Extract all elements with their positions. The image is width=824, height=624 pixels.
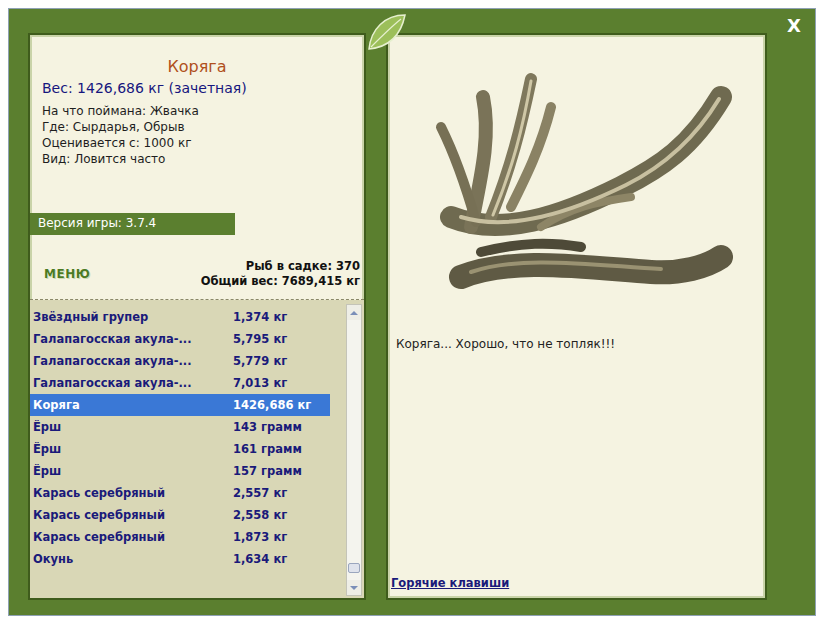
catch-detail: На что поймана: Жвачка: [42, 103, 352, 119]
summary-row: МЕНЮ Рыб в садке: 370Общий вес: 7689,415 …: [30, 235, 364, 299]
fish-weight: 1426,686 кг: [233, 398, 330, 412]
fish-row[interactable]: Коряга1426,686 кг: [30, 394, 330, 416]
fish-row[interactable]: Ёрш157 грамм: [30, 460, 330, 482]
fish-row[interactable]: Галапагосская акула-...5,779 кг: [30, 350, 330, 372]
close-button[interactable]: X: [787, 15, 801, 36]
hotkeys-link[interactable]: Горячие клавиши: [388, 576, 765, 598]
fish-row[interactable]: Карась серебряный2,557 кг: [30, 482, 330, 504]
fish-weight: 2,557 кг: [233, 486, 330, 500]
catch-title: Коряга: [42, 57, 352, 76]
catch-info-panel: Коряга Вес: 1426,686 кг (зачетная) На что …: [28, 33, 366, 600]
fish-row[interactable]: Ёрш161 грамм: [30, 438, 330, 460]
photo-area: [388, 35, 765, 317]
catch-details: Коряга Вес: 1426,686 кг (зачетная) На что …: [30, 35, 364, 213]
fish-weight: 1,873 кг: [233, 530, 330, 544]
fish-name: Галапагосская акула-...: [33, 354, 233, 368]
fish-weight: 5,779 кг: [233, 354, 330, 368]
fish-name: Галапагосская акула-...: [33, 332, 233, 346]
fish-row[interactable]: Галапагосская акула-...5,795 кг: [30, 328, 330, 350]
scroll-thumb[interactable]: [348, 563, 360, 573]
scroll-track[interactable]: [347, 320, 361, 580]
preview-panel: Коряга... Хорошо, что не топляк!!! Горячи…: [386, 33, 767, 600]
fish-list: Звёздный групер1,374 кгГалапагосская аку…: [30, 300, 364, 598]
fish-weight: 157 грамм: [233, 464, 330, 478]
catch-detail: Вид: Ловится часто: [42, 151, 352, 167]
fish-name: Галапагосская акула-...: [33, 376, 233, 390]
arrow-up-icon: [350, 311, 358, 315]
fish-rows: Звёздный групер1,374 кгГалапагосская аку…: [30, 306, 330, 594]
catch-weight: Вес: 1426,686 кг (зачетная): [42, 80, 352, 96]
catch-detail: Оценивается с: 1000 кг: [42, 135, 352, 151]
fish-name: Ёрш: [33, 442, 233, 456]
fish-name: Карась серебряный: [33, 530, 233, 544]
fish-name: Коряга: [33, 398, 233, 412]
scroll-down-button[interactable]: [347, 580, 361, 595]
fish-weight: 1,634 кг: [233, 552, 330, 566]
fish-row[interactable]: Звёздный групер1,374 кг: [30, 306, 330, 328]
fish-row[interactable]: Карась серебряный2,558 кг: [30, 504, 330, 526]
fish-weight: 5,795 кг: [233, 332, 330, 346]
fish-weight: 2,558 кг: [233, 508, 330, 522]
fish-name: Звёздный групер: [33, 310, 233, 324]
scroll-up-button[interactable]: [347, 305, 361, 320]
fish-row[interactable]: Окунь1,634 кг: [30, 548, 330, 570]
menu-button[interactable]: МЕНЮ: [44, 267, 90, 281]
preview-caption: Коряга... Хорошо, что не топляк!!!: [388, 337, 765, 351]
arrow-down-icon: [350, 586, 358, 590]
catch-window: X Коряга Вес: 1426,686 кг (зачетная) На что…: [8, 8, 816, 616]
keepnet-summary: Рыб в садке: 370Общий вес: 7689,415 кг: [201, 259, 360, 289]
scrollbar[interactable]: [346, 304, 362, 596]
fish-row[interactable]: Ёрш143 грамм: [30, 416, 330, 438]
screen: X Коряга Вес: 1426,686 кг (зачетная) На что…: [0, 0, 824, 624]
leaf-icon: [361, 9, 409, 57]
fish-name: Ёрш: [33, 420, 233, 434]
fish-name: Карась серебряный: [33, 508, 233, 522]
fish-name: Окунь: [33, 552, 233, 566]
fish-row[interactable]: Галапагосская акула-...7,013 кг: [30, 372, 330, 394]
catch-detail-list: На что поймана: ЖвачкаГде: Сырдарья, Обр…: [42, 103, 352, 167]
fish-weight: 161 грамм: [233, 442, 330, 456]
fish-weight: 1,374 кг: [233, 310, 330, 324]
fish-name: Карась серебряный: [33, 486, 233, 500]
fish-weight: 143 грамм: [233, 420, 330, 434]
total-weight: Общий вес: 7689,415 кг: [201, 274, 360, 289]
fish-name: Ёрш: [33, 464, 233, 478]
fish-row[interactable]: Карась серебряный1,873 кг: [30, 526, 330, 548]
fish-weight: 7,013 кг: [233, 376, 330, 390]
version-bar: Версия игры: 3.7.4: [30, 213, 235, 235]
driftwood-photo: [421, 67, 733, 317]
catch-detail: Где: Сырдарья, Обрыв: [42, 119, 352, 135]
fish-count: Рыб в садке: 370: [246, 259, 360, 274]
